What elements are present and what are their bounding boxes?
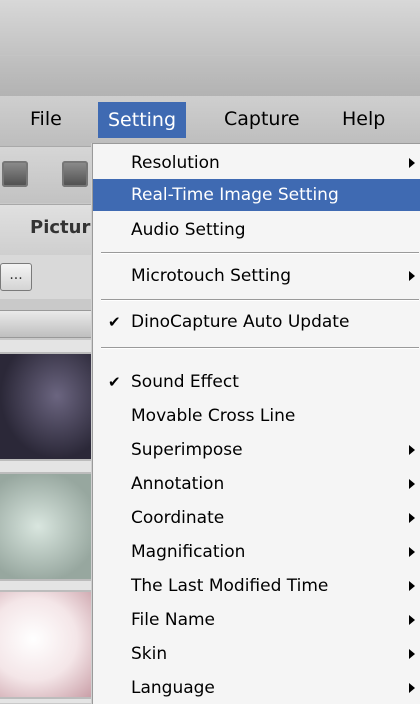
menu-item-skin[interactable]: Skin	[93, 638, 420, 670]
menu-item-label: Microtouch Setting	[131, 266, 291, 286]
menu-item-last-modified-time[interactable]: The Last Modified Time	[93, 570, 420, 602]
thumbnail-image[interactable]	[0, 352, 97, 461]
menu-divider	[101, 299, 419, 300]
submenu-arrow-icon	[409, 615, 415, 625]
menu-item-magnification[interactable]: Magnification	[93, 536, 420, 568]
menu-file[interactable]: File	[20, 104, 72, 134]
browse-row: ...	[0, 255, 100, 299]
menu-item-movable-cross-line[interactable]: Movable Cross Line	[93, 400, 420, 432]
menu-help[interactable]: Help	[332, 104, 395, 134]
picture-panel-header: Pictur	[0, 204, 100, 256]
submenu-arrow-icon	[409, 445, 415, 455]
check-icon: ✔	[108, 373, 121, 391]
menu-item-dinocapture-auto-update[interactable]: ✔ DinoCapture Auto Update	[93, 306, 420, 338]
check-icon: ✔	[108, 313, 121, 331]
menu-item-label: File Name	[131, 610, 216, 630]
menu-item-label: DinoCapture Auto Update	[131, 312, 350, 332]
title-bar	[0, 0, 420, 96]
menu-item-label: Superimpose	[131, 440, 243, 460]
thumbnail-list	[0, 340, 100, 703]
menu-item-label: Magnification	[131, 542, 246, 562]
menu-item-label: Skin	[131, 644, 168, 664]
thumbnail-image[interactable]	[0, 472, 97, 581]
thumbnail-strip-header	[0, 310, 100, 338]
toolbar	[0, 147, 100, 203]
thumbnail-image[interactable]	[0, 590, 97, 699]
submenu-arrow-icon	[409, 158, 415, 168]
menu-item-sound-effect[interactable]: ✔ Sound Effect	[93, 366, 420, 398]
menu-item-label: Real-Time Image Setting	[131, 185, 339, 205]
menu-item-label: Annotation	[131, 474, 225, 494]
menu-item-resolution[interactable]: Resolution	[93, 147, 420, 179]
title-divider	[0, 55, 420, 56]
menu-item-label: Sound Effect	[131, 372, 239, 392]
menu-item-microtouch-setting[interactable]: Microtouch Setting	[93, 260, 420, 292]
submenu-arrow-icon	[409, 271, 415, 281]
menu-item-language[interactable]: Language	[93, 672, 420, 704]
submenu-arrow-icon	[409, 683, 415, 693]
menu-item-label: The Last Modified Time	[131, 576, 329, 596]
submenu-arrow-icon	[409, 581, 415, 591]
menu-setting[interactable]: Setting	[98, 102, 187, 138]
menu-bar: File Setting Capture Help	[0, 96, 420, 147]
submenu-arrow-icon	[409, 513, 415, 523]
menu-item-label: Movable Cross Line	[131, 406, 296, 426]
panel-title: Pictur	[30, 217, 91, 238]
menu-item-superimpose[interactable]: Superimpose	[93, 434, 420, 466]
menu-item-coordinate[interactable]: Coordinate	[93, 502, 420, 534]
menu-item-real-time-image-setting[interactable]: Real-Time Image Setting	[93, 179, 420, 211]
browse-button[interactable]: ...	[0, 263, 32, 291]
submenu-arrow-icon	[409, 649, 415, 659]
menu-divider	[101, 252, 419, 253]
menu-divider	[101, 347, 419, 348]
menu-item-annotation[interactable]: Annotation	[93, 468, 420, 500]
camera-icon[interactable]	[2, 161, 28, 187]
submenu-arrow-icon	[409, 547, 415, 557]
menu-item-label: Coordinate	[131, 508, 225, 528]
submenu-arrow-icon	[409, 479, 415, 489]
menu-item-label: Resolution	[131, 153, 220, 173]
menu-capture[interactable]: Capture	[214, 104, 310, 134]
menu-item-label: Audio Setting	[131, 220, 246, 240]
setting-dropdown-menu: Resolution Real-Time Image Setting Audio…	[92, 143, 420, 704]
menu-item-file-name[interactable]: File Name	[93, 604, 420, 636]
menu-item-audio-setting[interactable]: Audio Setting	[93, 214, 420, 246]
video-icon[interactable]	[62, 161, 88, 187]
menu-item-label: Language	[131, 678, 215, 698]
